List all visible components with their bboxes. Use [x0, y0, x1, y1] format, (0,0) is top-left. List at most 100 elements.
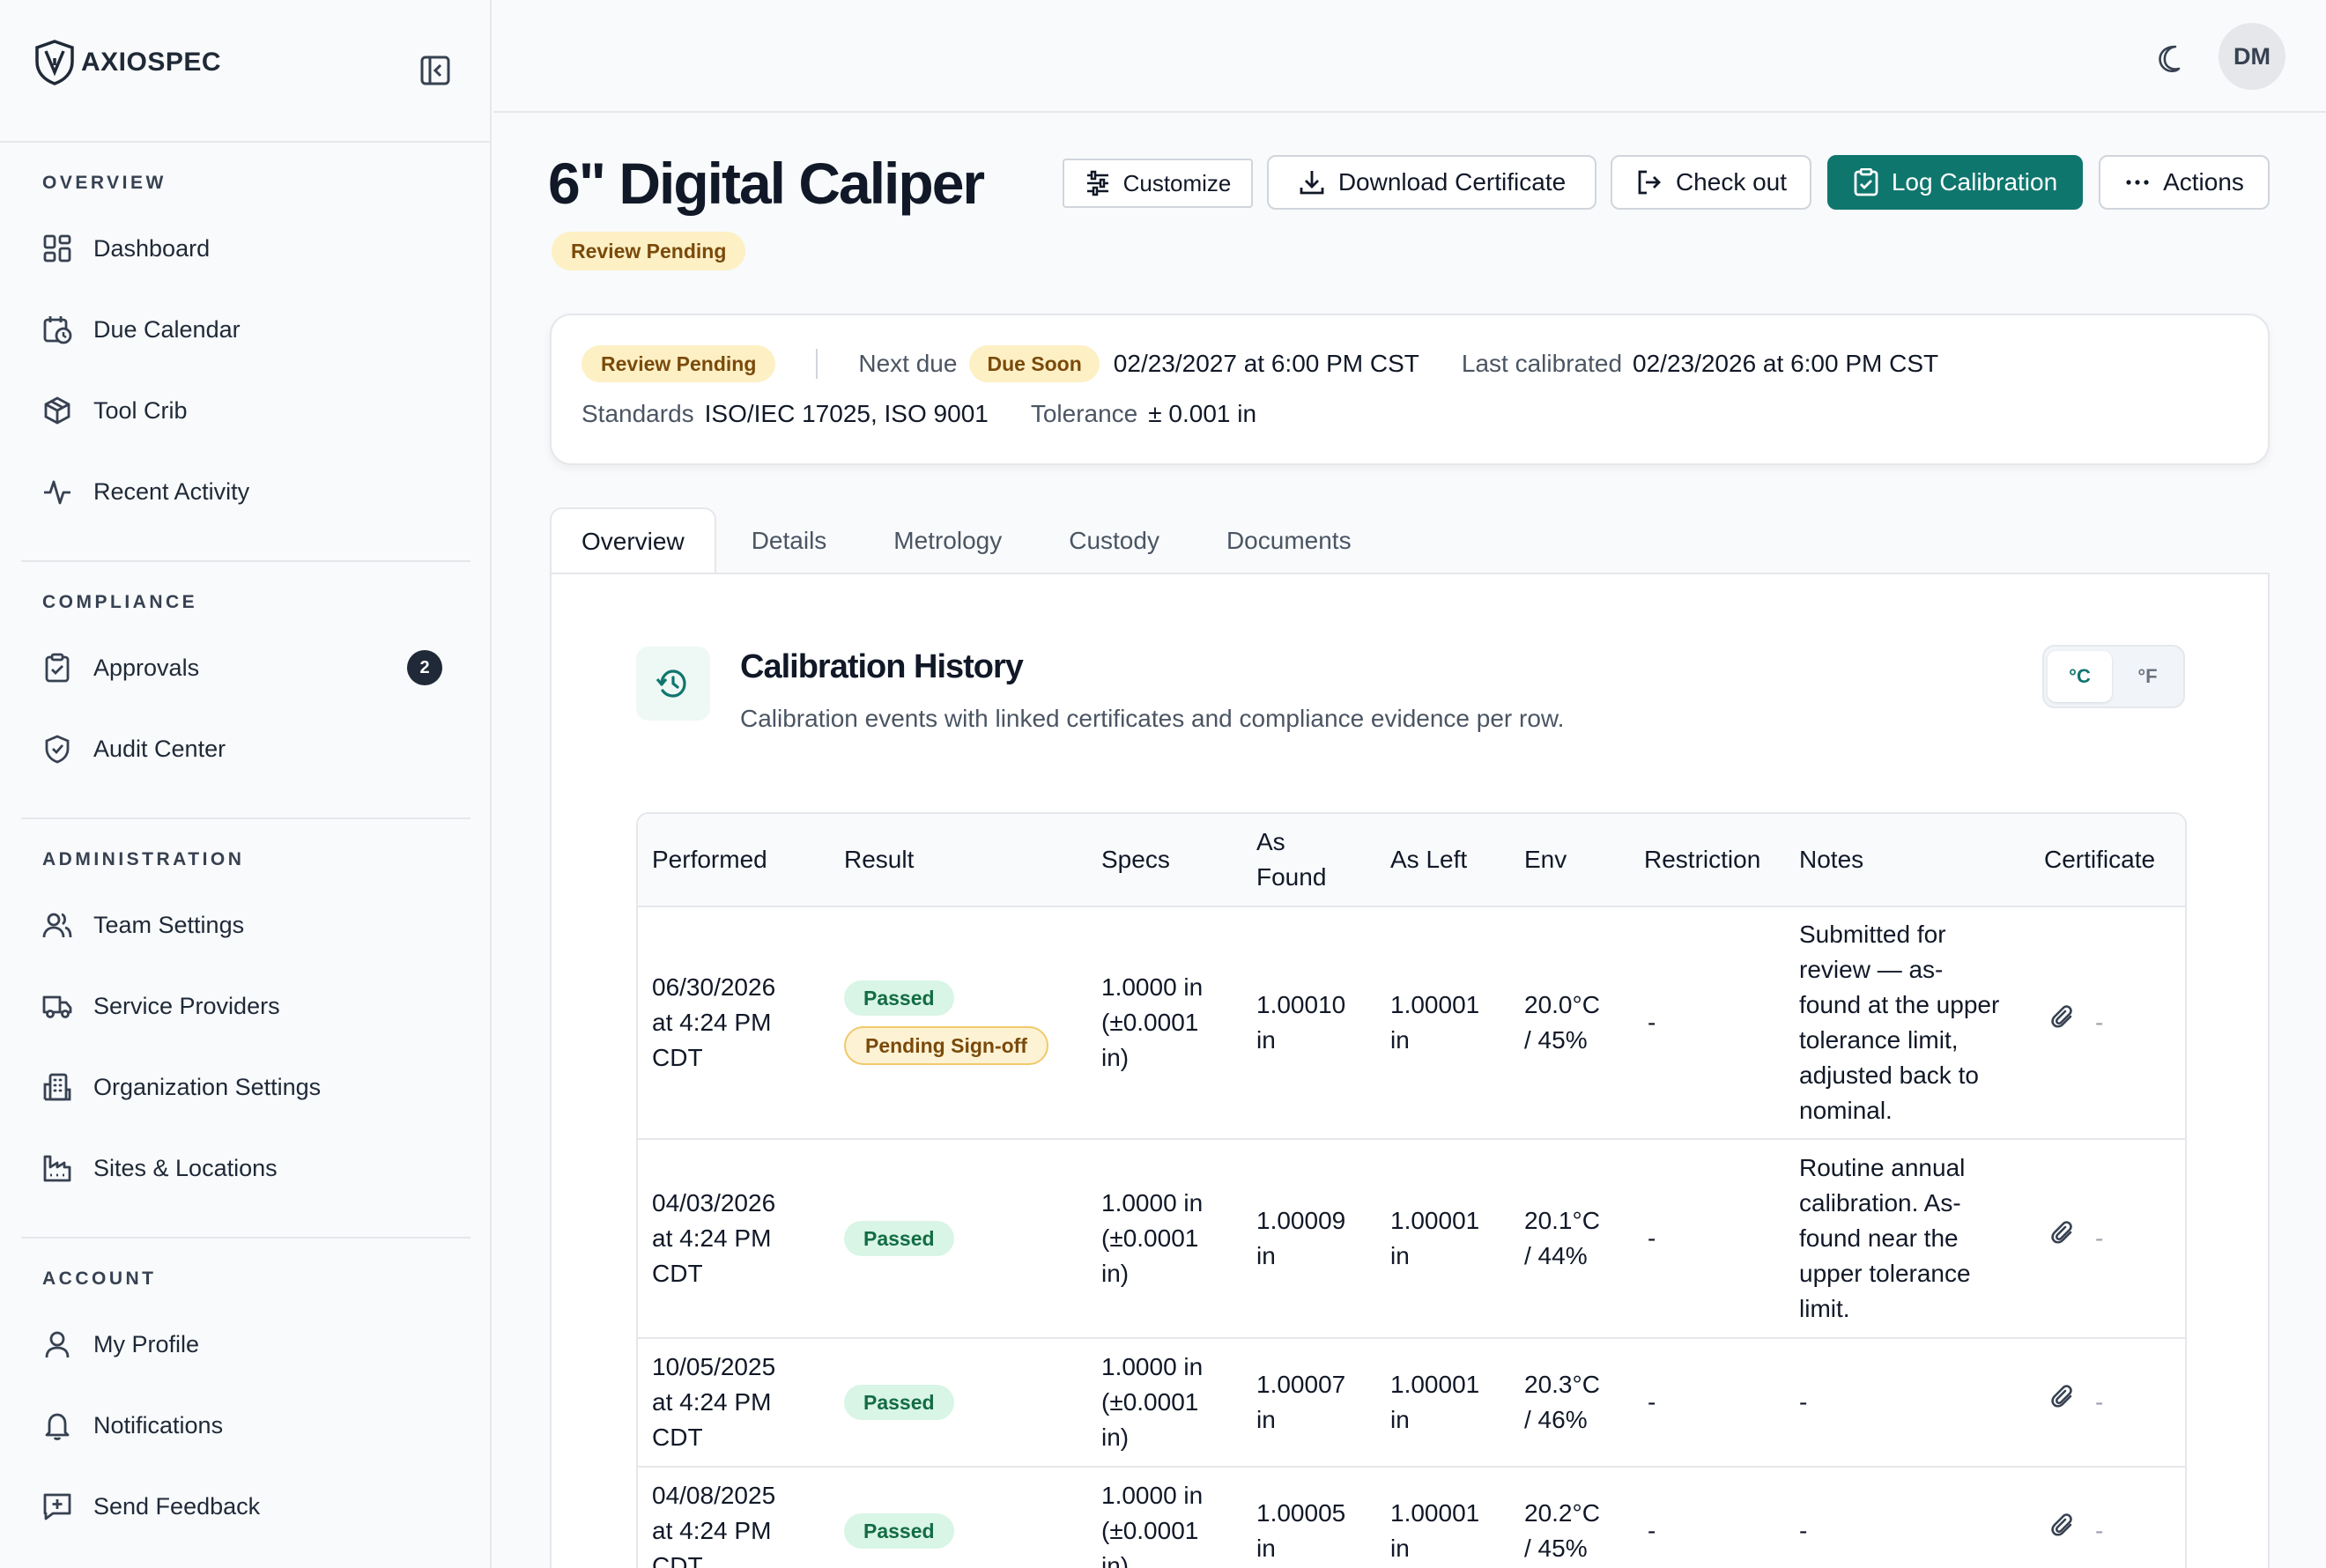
cell-line: nominal. [1799, 1097, 1893, 1124]
tab-metrology[interactable]: Metrology [860, 507, 1035, 574]
sidebar-item-audit-center[interactable]: Audit Center [28, 715, 463, 782]
cell-line: 1.00001 [1390, 1499, 1480, 1527]
tab-overview[interactable]: Overview [550, 507, 716, 574]
sidebar-item-tool-crib[interactable]: Tool Crib [28, 377, 463, 444]
certificate-value: - [2095, 1224, 2104, 1252]
summary-status-badge: Review Pending [582, 345, 776, 382]
certificate-cell: - [2051, 1140, 2103, 1337]
column-header[interactable]: Specs [1101, 814, 1170, 906]
restriction-cell: - [1648, 1388, 1656, 1416]
sidebar-section-overview: OVERVIEW [42, 173, 167, 193]
cell-line: 1.0000 in [1101, 1189, 1204, 1217]
table-row[interactable]: 04/03/2026 at 4:24 PM CDT Passed 1.0000 in (±… [638, 1140, 2185, 1339]
sidebar-item-label: My Profile [93, 1330, 200, 1357]
activity-icon [28, 477, 86, 507]
sidebar-section-administration: ADMINISTRATION [42, 849, 245, 869]
sidebar-item-label: Organization Settings [93, 1073, 322, 1100]
cell-line: in) [1101, 1424, 1130, 1451]
cell-line: in) [1101, 1260, 1130, 1287]
sidebar-divider [21, 817, 470, 819]
table-row[interactable]: 04/08/2025 at 4:24 PM CDT Passed 1.0000 in (±… [638, 1468, 2185, 1568]
more-horizontal-icon [2126, 180, 2149, 185]
sidebar: AXIOSPEC OVERVIEW Dashboard Due Calendar… [0, 0, 492, 1568]
customize-button[interactable]: Customize [1063, 159, 1253, 208]
specs-cell: 1.0000 in (±0.0001 in) [1101, 1468, 1203, 1568]
cell-line: in [1256, 1026, 1276, 1054]
download-icon [1300, 171, 1324, 195]
unit-fahrenheit-button[interactable]: °F [2115, 651, 2180, 702]
actions-label: Actions [2163, 168, 2244, 196]
table-row[interactable]: 10/05/2025 at 4:24 PM CDT Passed 1.0000 in (±… [638, 1339, 2185, 1468]
cell-line: in) [1101, 1044, 1130, 1071]
column-header[interactable]: Certificate [2044, 814, 2155, 906]
factory-icon [28, 1153, 86, 1183]
sidebar-item-label: Recent Activity [93, 477, 250, 505]
download-certificate-button[interactable]: Download Certificate [1267, 155, 1596, 210]
cell-line: 04/08/2025 [652, 1482, 776, 1509]
brand-logo[interactable]: AXIOSPEC [33, 39, 221, 86]
column-header[interactable]: Performed [652, 814, 767, 906]
cell-line: 10/05/2025 [652, 1353, 776, 1380]
as-left-cell: 1.00001 in [1390, 1140, 1479, 1337]
sidebar-item-notifications[interactable]: Notifications [28, 1392, 463, 1459]
cell-line: (±0.0001 [1101, 1517, 1199, 1544]
sidebar-item-my-profile[interactable]: My Profile [28, 1311, 463, 1378]
column-header[interactable]: Result [844, 814, 914, 906]
certificate-cell: - [2051, 1339, 2103, 1466]
result-badge: Passed [844, 980, 954, 1016]
users-icon [28, 910, 86, 940]
cell-line: limit. [1799, 1295, 1850, 1322]
theme-toggle-button[interactable] [2152, 39, 2190, 78]
sidebar-item-service-providers[interactable]: Service Providers [28, 973, 463, 1039]
cell-line: / 44% [1524, 1242, 1588, 1269]
sidebar-header: AXIOSPEC [0, 0, 490, 143]
paperclip-icon[interactable] [2051, 1513, 2076, 1550]
sidebar-item-approvals[interactable]: Approvals 2 [28, 634, 463, 701]
next-due-label: Next due [858, 350, 958, 377]
sidebar-item-sites-locations[interactable]: Sites & Locations [28, 1135, 463, 1202]
cell-line: 04/03/2026 [652, 1189, 776, 1217]
cell-line: (±0.0001 [1101, 1009, 1199, 1036]
sidebar-item-organization-settings[interactable]: Organization Settings [28, 1054, 463, 1121]
actions-menu-button[interactable]: Actions [2099, 155, 2270, 210]
table-row[interactable]: 06/30/2026 at 4:24 PM CDT Passed Pending Sig… [638, 907, 2185, 1140]
tab-custody[interactable]: Custody [1035, 507, 1193, 574]
restriction-cell: - [1648, 1009, 1656, 1036]
paperclip-icon[interactable] [2051, 1004, 2076, 1041]
collapse-sidebar-button[interactable] [412, 51, 458, 90]
user-icon [28, 1329, 86, 1359]
log-calibration-button[interactable]: Log Calibration [1827, 155, 2083, 210]
sidebar-item-dashboard[interactable]: Dashboard [28, 215, 463, 282]
column-header[interactable]: As Found [1256, 814, 1327, 906]
result-cell: Passed Pending Sign-off [844, 907, 1048, 1138]
check-out-button[interactable]: Check out [1611, 155, 1811, 210]
cell-line: in [1256, 1535, 1276, 1562]
restriction-cell: - [1648, 1517, 1656, 1544]
tab-details[interactable]: Details [716, 507, 861, 574]
avatar[interactable]: DM [2219, 23, 2285, 90]
tab-documents[interactable]: Documents [1193, 507, 1385, 574]
column-header[interactable]: As Left [1390, 814, 1467, 906]
sidebar-item-send-feedback[interactable]: Send Feedback [28, 1473, 463, 1540]
env-cell: 20.2°C / 45% [1524, 1468, 1600, 1568]
notes-cell: Routine annual calibration. As-found near… [1799, 1140, 2037, 1337]
top-bar [493, 0, 2326, 113]
column-header[interactable]: Notes [1799, 814, 1863, 906]
certificate-links: - [2051, 1220, 2104, 1257]
result-badge: Passed [844, 1385, 954, 1420]
sidebar-item-recent-activity[interactable]: Recent Activity [28, 458, 463, 525]
paperclip-icon[interactable] [2051, 1220, 2076, 1257]
standards-value: ISO/IEC 17025, ISO 9001 [704, 400, 989, 427]
unit-celsius-button[interactable]: °C [2048, 651, 2112, 702]
sidebar-item-team-settings[interactable]: Team Settings [28, 891, 463, 958]
certificate-value: - [2095, 1517, 2104, 1544]
cell-line: Submitted for [1799, 921, 1946, 948]
sidebar-collapse-icon [420, 55, 450, 85]
result-badge: Passed [844, 1221, 954, 1256]
cell-line: 1.00001 [1390, 1207, 1480, 1234]
paperclip-icon[interactable] [2051, 1384, 2076, 1421]
column-header[interactable]: Env [1524, 814, 1567, 906]
sidebar-item-due-calendar[interactable]: Due Calendar [28, 296, 463, 363]
cell-line: 1.00001 [1390, 1371, 1480, 1398]
column-header[interactable]: Restriction [1644, 814, 1760, 906]
